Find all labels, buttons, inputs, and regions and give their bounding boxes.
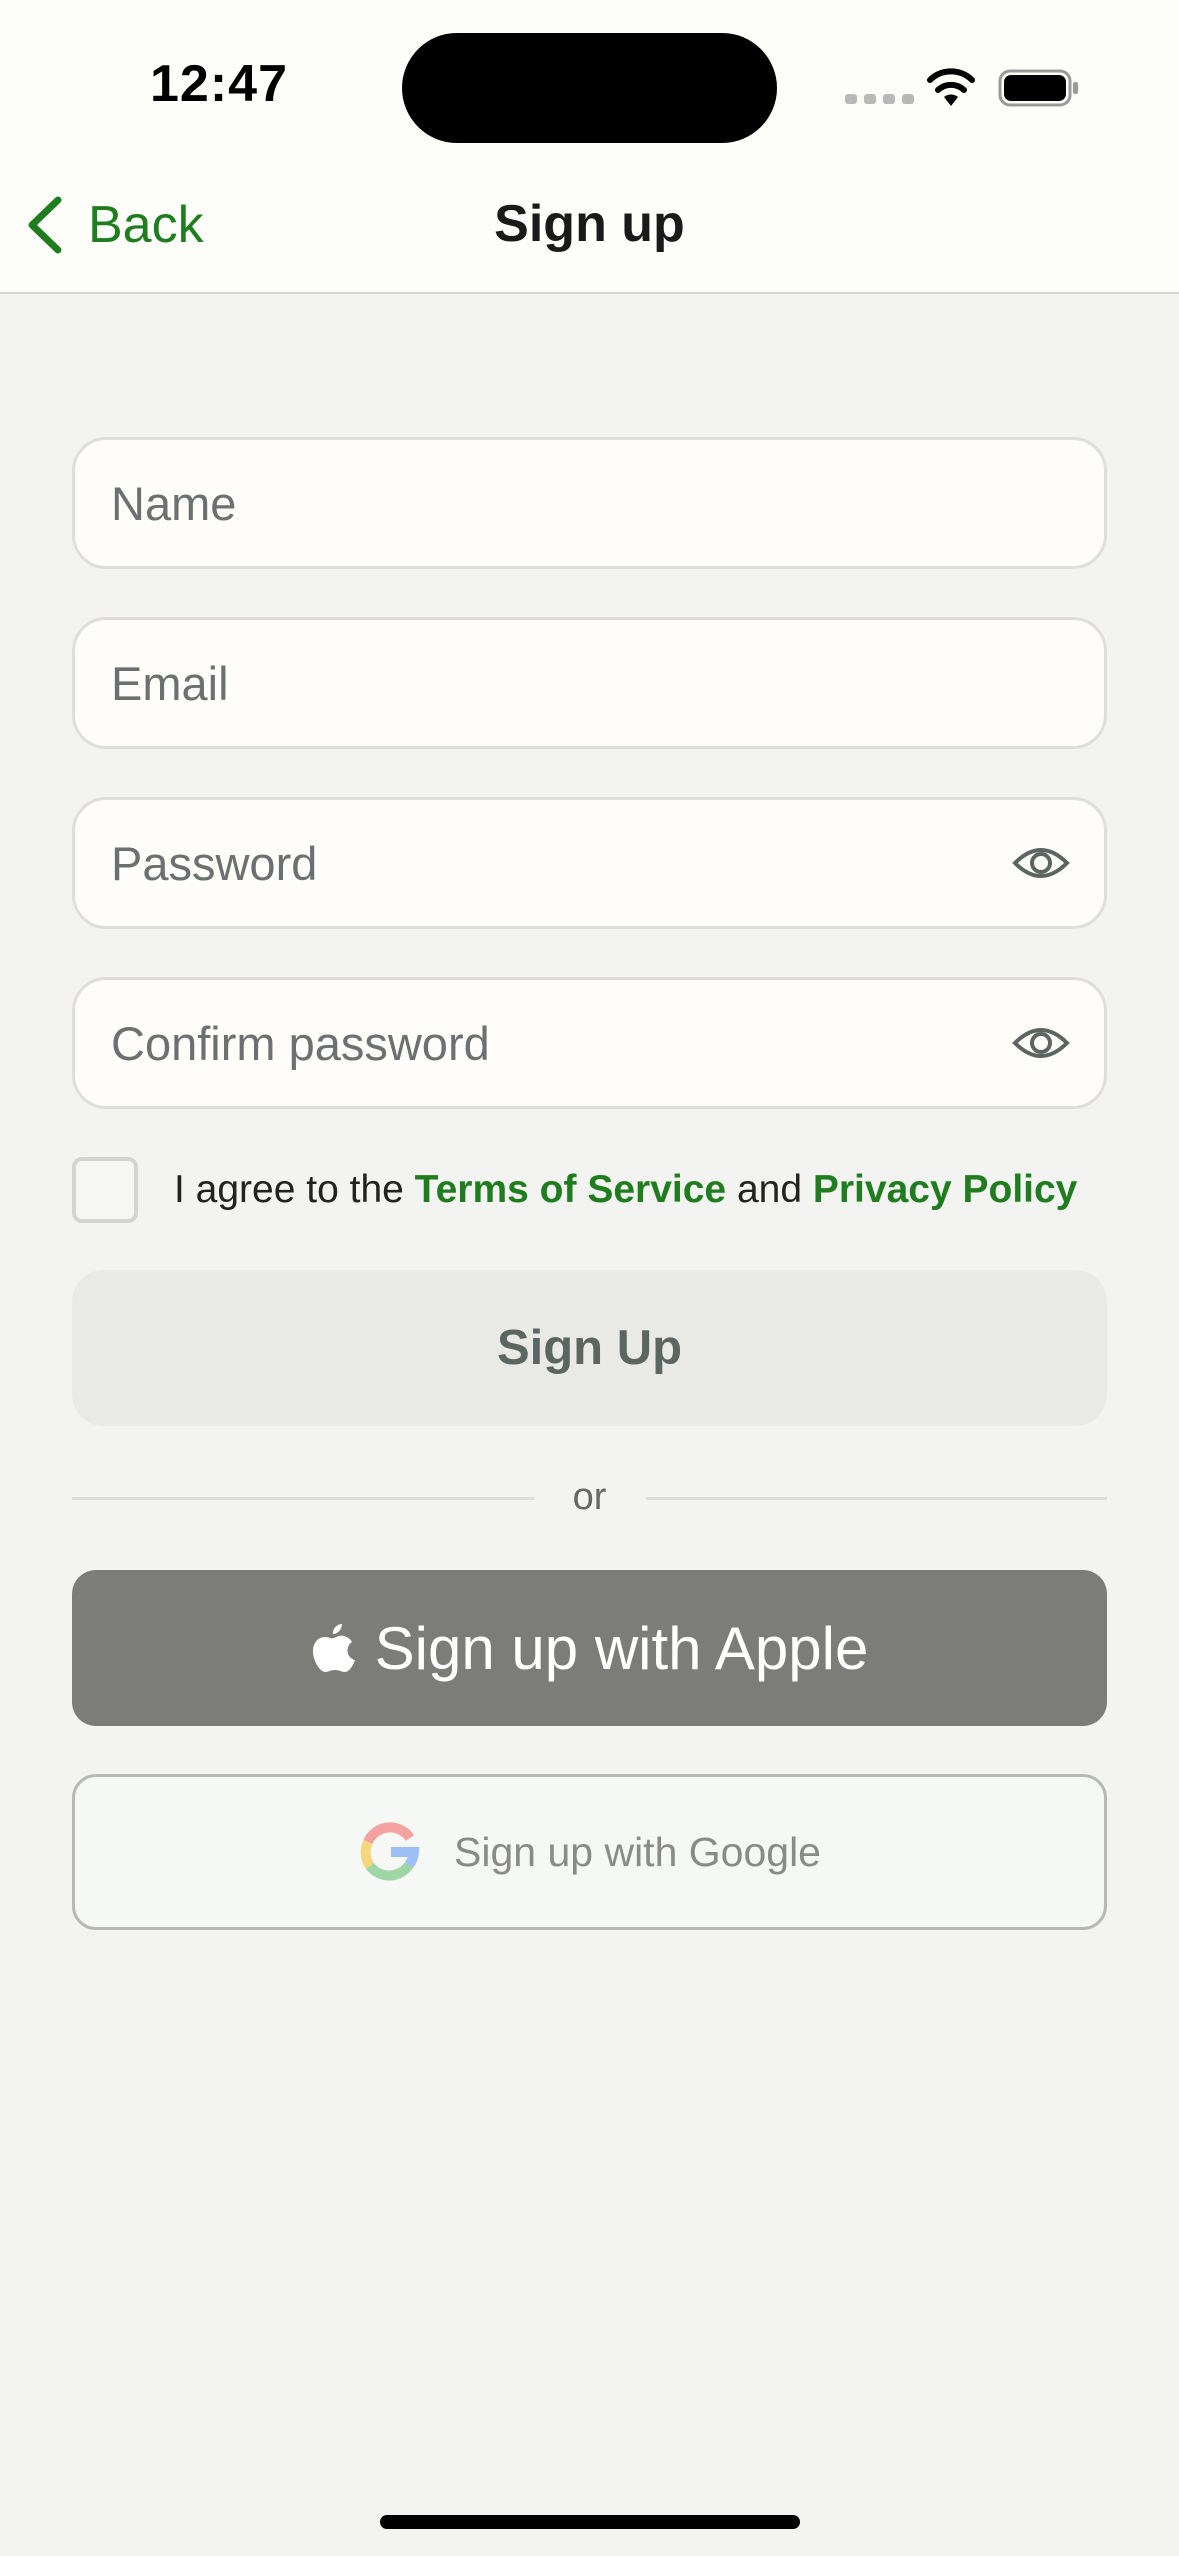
sign-up-with-apple-button[interactable]: Sign up with Apple bbox=[72, 1570, 1107, 1726]
sign-up-with-google-button[interactable]: Sign up with Google bbox=[72, 1774, 1107, 1930]
name-input[interactable] bbox=[111, 440, 1011, 566]
wifi-icon bbox=[927, 68, 975, 106]
page-title: Sign up bbox=[494, 195, 685, 253]
terms-checkbox[interactable] bbox=[72, 1157, 138, 1223]
google-button-label: Sign up with Google bbox=[454, 1828, 821, 1875]
password-input[interactable] bbox=[111, 800, 1011, 926]
dynamic-island bbox=[402, 33, 777, 143]
terms-text: I agree to the Terms of Service and Priv… bbox=[174, 1168, 1077, 1212]
email-input[interactable] bbox=[111, 620, 1011, 746]
privacy-policy-link[interactable]: Privacy Policy bbox=[813, 1168, 1078, 1211]
top-bar: 12:47 Back Sign up bbox=[0, 0, 1179, 294]
terms-and: and bbox=[726, 1168, 813, 1211]
cellular-signal-icon bbox=[845, 94, 914, 104]
apple-button-label: Sign up with Apple bbox=[374, 1614, 869, 1682]
password-field[interactable] bbox=[72, 797, 1107, 929]
eye-icon[interactable] bbox=[1012, 842, 1070, 884]
terms-prefix: I agree to the bbox=[174, 1168, 415, 1211]
google-logo-icon bbox=[360, 1822, 420, 1881]
eye-icon[interactable] bbox=[1012, 1022, 1070, 1064]
battery-icon bbox=[998, 69, 1078, 107]
home-indicator[interactable] bbox=[380, 2515, 800, 2529]
apple-logo-icon bbox=[312, 1624, 355, 1672]
divider-line-right bbox=[646, 1497, 1107, 1500]
email-field[interactable] bbox=[72, 617, 1107, 749]
sign-up-button[interactable]: Sign Up bbox=[72, 1270, 1107, 1426]
confirm-password-input[interactable] bbox=[111, 980, 1011, 1106]
terms-row: I agree to the Terms of Service and Priv… bbox=[72, 1157, 1152, 1223]
sign-up-screen: 12:47 Back Sign up Name Email I agree to… bbox=[0, 0, 1179, 2556]
or-divider: or bbox=[72, 1470, 1107, 1530]
name-field[interactable] bbox=[72, 437, 1107, 569]
terms-of-service-link[interactable]: Terms of Service bbox=[415, 1168, 726, 1211]
status-time: 12:47 bbox=[150, 55, 288, 113]
confirm-password-field[interactable] bbox=[72, 977, 1107, 1109]
